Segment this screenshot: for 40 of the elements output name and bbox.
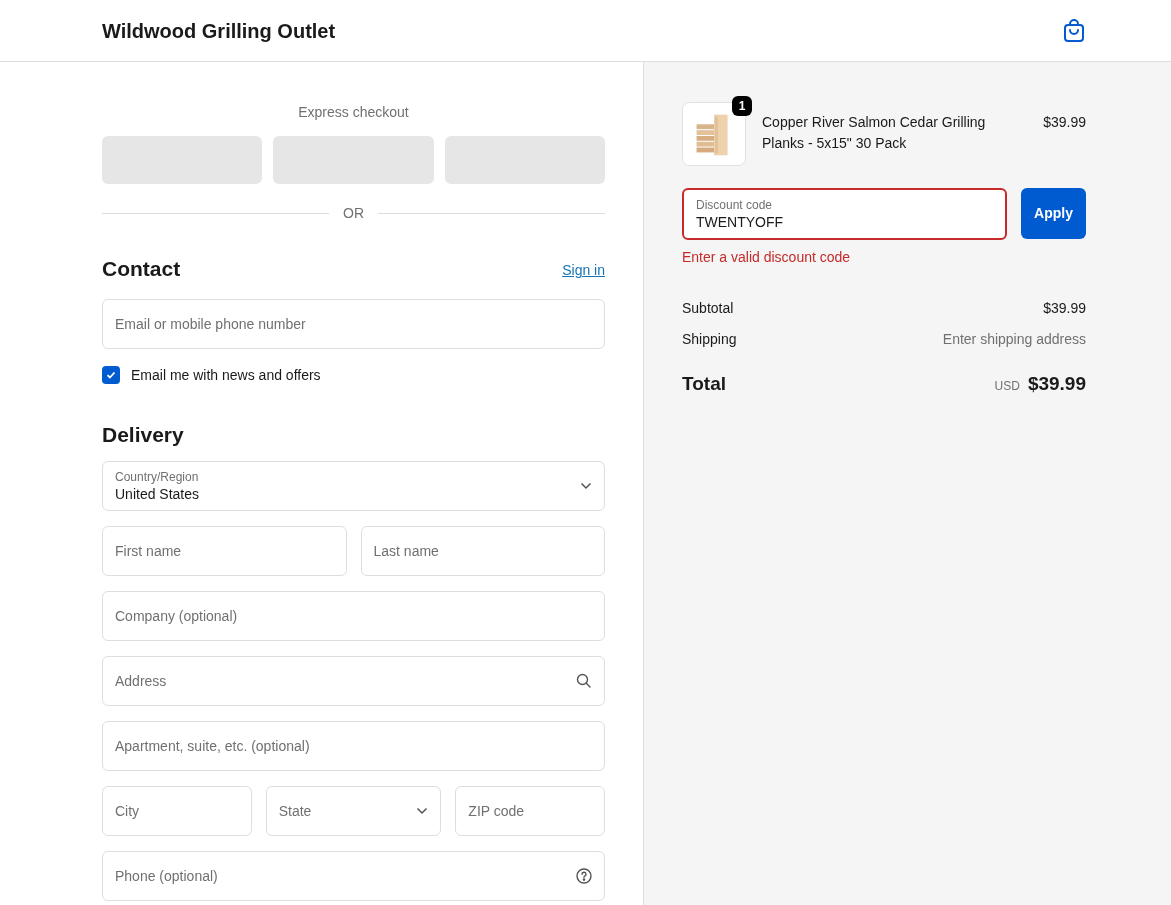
discount-code-field[interactable]: Discount code TWENTYOFF — [682, 188, 1007, 240]
chevron-down-icon — [580, 482, 592, 490]
checkbox[interactable] — [102, 366, 120, 384]
shopping-bag-icon[interactable] — [1063, 18, 1085, 43]
field-value: United States — [115, 484, 200, 503]
section-heading: Contact — [102, 256, 181, 282]
input-field[interactable]: First name — [102, 526, 347, 576]
input-field[interactable]: Last name — [360, 526, 605, 576]
store-name[interactable]: Wildwood Grilling Outlet — [102, 15, 336, 46]
summary-label: Shipping — [682, 330, 737, 349]
checkbox-label: Email me with news and offers — [131, 365, 321, 385]
summary-label: Subtotal — [682, 299, 734, 318]
input-field[interactable]: Address — [102, 656, 605, 706]
section-label: Express checkout — [297, 103, 410, 122]
total-amount: $39.99 — [1027, 372, 1086, 396]
input-field[interactable]: City — [102, 786, 252, 836]
input-field[interactable]: Company (optional) — [102, 591, 605, 641]
quantity-badge: 1 — [732, 96, 752, 116]
product-price: $39.99 — [1043, 113, 1086, 132]
chevron-down-icon — [416, 807, 429, 815]
sign-in-link[interactable]: Sign in — [562, 260, 605, 282]
checkmark-icon — [105, 369, 117, 381]
help-icon[interactable] — [576, 868, 592, 884]
input-field[interactable]: ZIP code — [455, 786, 605, 836]
apply-button[interactable]: Apply — [1021, 188, 1086, 239]
state-dropdown[interactable]: State — [265, 786, 442, 836]
product-name: Copper River Salmon Cedar Grilling Planks - 5x15" 30 Pack — [762, 113, 987, 153]
summary-value: Enter shipping address — [942, 330, 1086, 349]
divider-label: OR — [343, 204, 364, 223]
summary-value: $39.99 — [1043, 299, 1086, 318]
section-heading: Delivery — [102, 421, 185, 448]
input-field[interactable]: Phone (optional) — [102, 851, 605, 901]
currency-code: USD — [994, 378, 1020, 395]
field-label: Country/Region — [115, 469, 200, 485]
search-icon[interactable] — [576, 673, 592, 689]
total-label: Total — [682, 372, 726, 396]
email-field[interactable]: Email or mobile phone number — [102, 298, 605, 349]
input-field[interactable]: Apartment, suite, etc. (optional) — [102, 721, 605, 771]
country-select[interactable]: Country/Region United States — [102, 461, 605, 511]
error-message: Enter a valid discount code — [682, 248, 852, 267]
